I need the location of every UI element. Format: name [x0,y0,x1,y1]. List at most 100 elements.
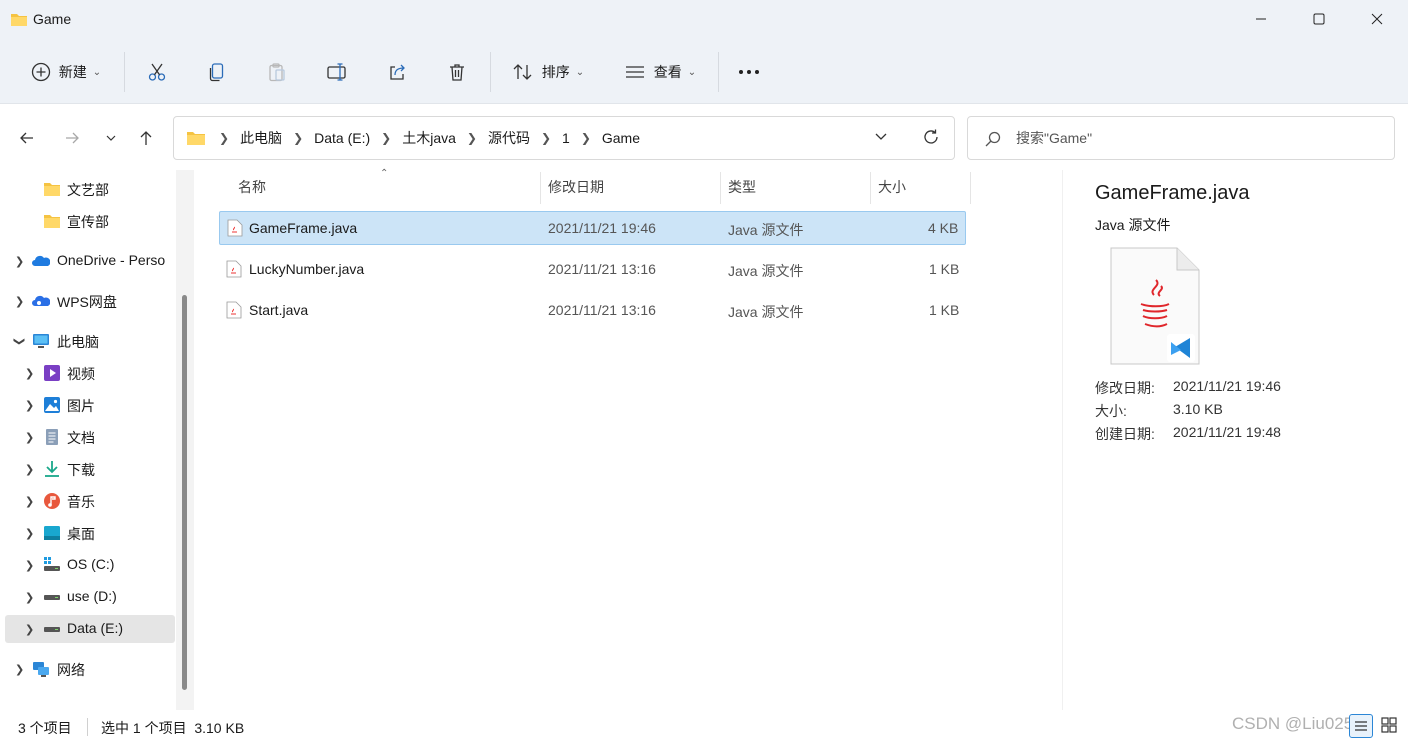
chevron-right-icon[interactable]: ❯ [460,131,484,145]
close-button[interactable] [1348,0,1406,38]
picture-icon [44,397,60,413]
thumbnail-view-button[interactable] [1378,714,1402,738]
file-row[interactable]: LuckyNumber.java 2021/11/21 13:16 Java 源… [219,253,966,287]
minimize-icon [1256,18,1266,20]
chevron-right-icon[interactable]: ❯ [534,131,558,145]
column-header-date[interactable]: 修改日期 [548,170,718,204]
arrow-up-icon [140,131,152,145]
new-button[interactable]: 新建 ⌄ [20,48,112,96]
sidebar-item-network[interactable]: ❯ 网络 [5,655,175,683]
column-header-size[interactable]: 大小 [878,170,968,204]
sidebar-item-desktop[interactable]: ❯ 桌面 [5,519,175,547]
sidebar-item-onedrive[interactable]: ❯ OneDrive - Perso [5,247,175,275]
address-history-button[interactable] [874,129,888,146]
file-row[interactable]: Start.java 2021/11/21 13:16 Java 源文件 1 K… [219,294,966,328]
sidebar-item-label: 网络 [57,662,85,678]
sidebar-item-this-pc[interactable]: ❯ 此电脑 [5,327,175,355]
more-options-button[interactable] [728,48,770,96]
rename-button[interactable] [316,48,358,96]
sidebar-scrollbar[interactable] [176,170,194,710]
chevron-right-icon[interactable]: ❯ [15,255,24,268]
sidebar-item-drive-d[interactable]: ❯ use (D:) [5,583,175,611]
paste-button[interactable] [256,48,298,96]
column-header-type[interactable]: 类型 [728,170,868,204]
column-header-label: 类型 [728,179,756,195]
scrollbar-thumb[interactable] [182,295,187,690]
file-size: 1 KB [929,302,960,318]
view-button[interactable]: 查看 ⌄ [612,48,708,96]
file-date: 2021/11/21 13:16 [548,302,656,318]
refresh-button[interactable] [922,128,940,149]
chevron-down-icon: ⌄ [687,66,697,78]
column-header-name[interactable]: 名称 [238,170,538,204]
forward-button[interactable] [57,123,87,153]
search-input[interactable] [1016,127,1376,149]
chevron-right-icon[interactable]: ❯ [25,559,34,572]
breadcrumb-item-1[interactable]: 1 [558,130,574,146]
file-row[interactable]: GameFrame.java 2021/11/21 19:46 Java 源文件… [219,211,966,245]
view-label: 查看 [653,64,682,80]
breadcrumb-item-this-pc[interactable]: 此电脑 [236,128,286,148]
column-divider[interactable] [720,172,721,204]
file-type: Java 源文件 [728,263,804,279]
sidebar-item-wps[interactable]: ❯ WPS网盘 [5,287,175,315]
column-divider[interactable] [540,172,541,204]
chevron-right-icon[interactable]: ❯ [25,431,34,444]
cut-button[interactable] [136,48,178,96]
chevron-right-icon[interactable]: ❯ [25,463,34,476]
back-button[interactable] [12,123,42,153]
sort-button[interactable]: 排序 ⌄ [500,48,596,96]
sidebar-item-xuanchuanbu[interactable]: 宣传部 [5,207,175,235]
sidebar-item-pictures[interactable]: ❯ 图片 [5,391,175,419]
chevron-right-icon[interactable]: ❯ [25,495,34,508]
breadcrumb-item-tumu-java[interactable]: 土木java [398,128,460,148]
breadcrumb-item-game[interactable]: Game [598,130,644,146]
search-box[interactable] [967,116,1395,160]
chevron-right-icon[interactable]: ❯ [25,399,34,412]
chevron-right-icon[interactable]: ❯ [25,527,34,540]
details-file-type: Java 源文件 [1095,217,1171,233]
recent-locations-button[interactable] [96,123,126,153]
column-divider[interactable] [970,172,971,204]
address-bar[interactable]: ❯ 此电脑 ❯ Data (E:) ❯ 土木java ❯ 源代码 ❯ 1 ❯ G… [173,116,955,160]
chevron-right-icon[interactable]: ❯ [286,131,310,145]
sidebar-item-drive-c[interactable]: ❯ OS (C:) [5,551,175,579]
up-button[interactable] [131,123,161,153]
column-divider[interactable] [870,172,871,204]
file-name: LuckyNumber.java [249,261,365,277]
more-icon [739,70,759,74]
folder-icon [11,14,27,26]
folder-icon [44,183,60,196]
selection-info: 选中 1 个项目 3.10 KB [101,720,245,736]
document-icon [46,429,58,445]
sidebar-item-music[interactable]: ❯ 音乐 [5,487,175,515]
chevron-right-icon[interactable]: ❯ [15,663,24,676]
copy-button[interactable] [196,48,238,96]
delete-button[interactable] [436,48,478,96]
sidebar-item-label: OS (C:) [67,556,115,572]
minimize-button[interactable] [1232,0,1290,38]
breadcrumb-item-data-drive[interactable]: Data (E:) [310,130,374,146]
sidebar-item-videos[interactable]: ❯ 视频 [5,359,175,387]
details-view-button[interactable] [1349,714,1373,738]
share-button[interactable] [376,48,418,96]
sidebar-item-wenyibu[interactable]: 文艺部 [5,175,175,203]
chevron-right-icon[interactable]: ❯ [25,623,34,636]
chevron-right-icon[interactable]: ❯ [25,591,34,604]
breadcrumb-item-source-code[interactable]: 源代码 [484,128,534,148]
sidebar-item-label: 音乐 [67,494,95,510]
rename-icon [327,63,346,81]
chevron-right-icon[interactable]: ❯ [374,131,398,145]
details-prop-value: 3.10 KB [1173,401,1223,417]
arrow-right-icon [66,132,79,144]
chevron-right-icon[interactable]: ❯ [25,367,34,380]
chevron-down-icon[interactable]: ❯ [13,337,26,346]
sidebar-item-documents[interactable]: ❯ 文档 [5,423,175,451]
sidebar-item-drive-e[interactable]: ❯ Data (E:) [5,615,175,643]
chevron-right-icon[interactable]: ❯ [15,295,24,308]
chevron-right-icon[interactable]: ❯ [574,131,598,145]
sidebar-item-downloads[interactable]: ❯ 下载 [5,455,175,483]
window-title: Game [33,11,72,27]
maximize-button[interactable] [1290,0,1348,38]
sidebar-item-label: Data (E:) [67,620,124,636]
